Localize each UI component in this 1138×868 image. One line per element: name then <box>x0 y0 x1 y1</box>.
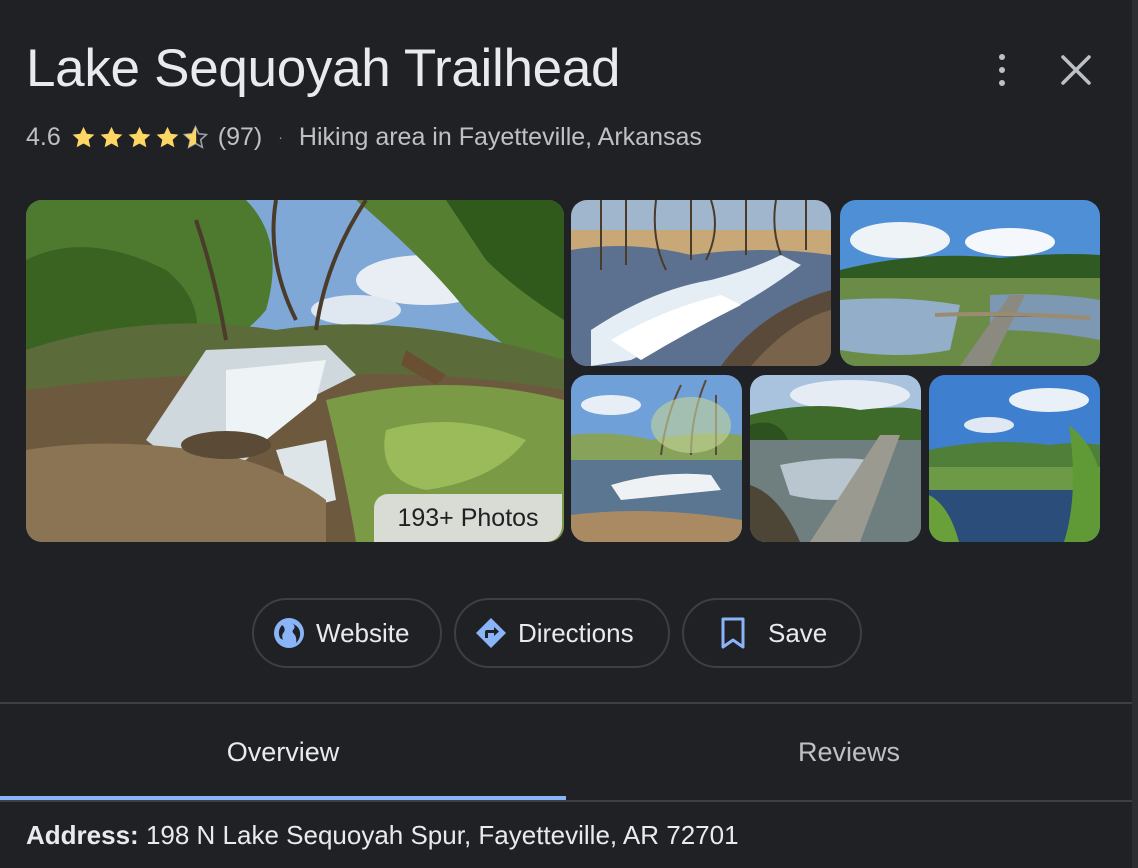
globe-icon <box>274 618 304 648</box>
star-icon <box>100 126 123 147</box>
address-line: Address: 198 N Lake Sequoyah Spur, Fayet… <box>26 820 739 851</box>
photo-count-badge[interactable]: 193+ Photos <box>374 494 562 542</box>
save-label: Save <box>768 617 828 648</box>
half-star-icon <box>182 124 209 149</box>
website-label: Website <box>316 617 410 648</box>
photo-thumbnail[interactable] <box>571 200 831 366</box>
rating-value: 4.6 <box>26 122 61 151</box>
close-icon[interactable] <box>1056 50 1096 90</box>
address-label: Address: <box>26 820 139 850</box>
photo-thumbnail[interactable] <box>571 375 742 542</box>
place-title: Lake Sequoyah Trailhead <box>26 39 621 98</box>
tab-reviews[interactable]: Reviews <box>566 704 1132 800</box>
address-value[interactable]: 198 N Lake Sequoyah Spur, Fayetteville, … <box>146 820 739 850</box>
photo-main[interactable] <box>26 200 564 542</box>
photo-thumbnail[interactable] <box>929 375 1100 542</box>
photo-thumbnail[interactable] <box>840 200 1100 366</box>
more-options-icon[interactable] <box>986 52 1018 88</box>
directions-button[interactable]: Directions <box>454 598 670 668</box>
divider <box>0 800 1132 802</box>
place-panel: Lake Sequoyah Trailhead 4.6 (97) · Hikin… <box>0 0 1138 868</box>
star-icon <box>156 126 179 147</box>
directions-label: Directions <box>518 617 634 648</box>
review-count[interactable]: (97) <box>218 123 262 152</box>
directions-icon <box>476 618 506 648</box>
bookmark-icon <box>721 617 745 649</box>
photo-thumbnail[interactable] <box>750 375 921 542</box>
star-icon <box>72 126 95 147</box>
save-button[interactable]: Save <box>682 598 862 668</box>
place-category: Hiking area in Fayetteville, Arkansas <box>298 122 702 151</box>
rating-stars[interactable] <box>70 124 210 151</box>
rating-line: 4.6 (97) · Hiking area in Fayetteville, … <box>26 120 702 154</box>
website-button[interactable]: Website <box>252 598 442 668</box>
star-icon <box>128 126 151 147</box>
separator-dot: · <box>278 129 283 145</box>
tab-overview[interactable]: Overview <box>0 704 566 800</box>
